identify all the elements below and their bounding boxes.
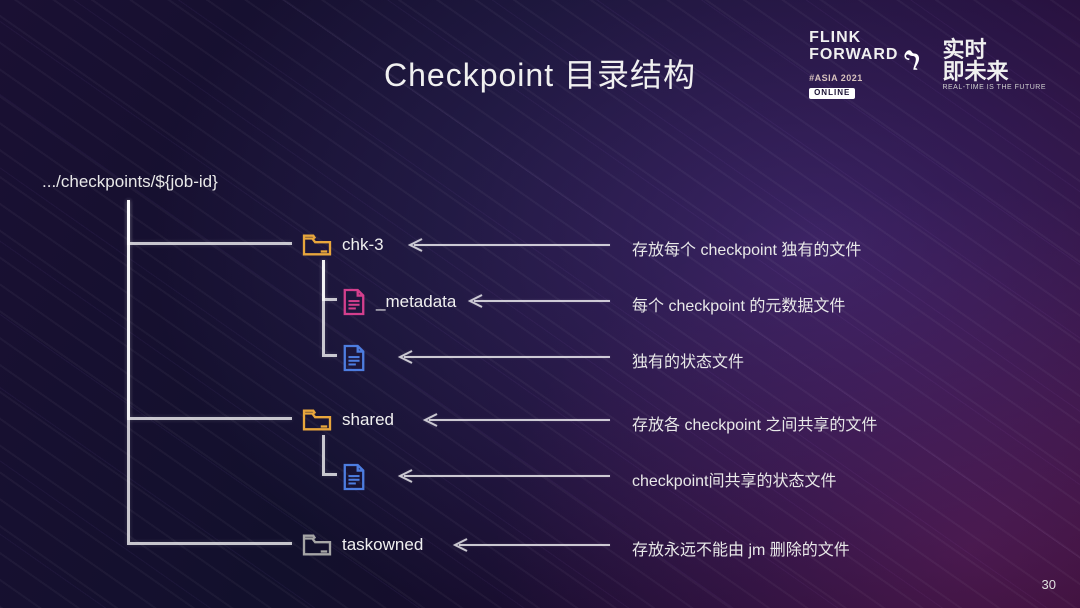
label-chk: chk-3	[342, 235, 384, 255]
desc-chk: 存放每个 checkpoint 独有的文件	[632, 236, 861, 260]
brand-line1: FLINK	[809, 30, 928, 47]
label-shared: shared	[342, 410, 394, 430]
item-metadata: _metadata	[342, 288, 456, 316]
file-icon	[342, 288, 366, 316]
desc-shared: 存放各 checkpoint 之间共享的文件	[632, 411, 877, 435]
desc-state2: checkpoint间共享的状态文件	[632, 467, 837, 491]
root-path: .../checkpoints/${job-id}	[42, 172, 218, 192]
item-state2	[342, 463, 366, 491]
tree: chk-3 _metadata shared	[42, 200, 1042, 560]
slide-title: Checkpoint 目录结构	[0, 50, 1080, 96]
branch-chk-state1	[322, 260, 337, 357]
arrow-metadata	[462, 293, 612, 309]
arrow-taskowned	[447, 537, 612, 553]
desc-metadata: 每个 checkpoint 的元数据文件	[632, 292, 845, 316]
item-chk: chk-3	[302, 232, 384, 258]
arrow-shared	[417, 412, 612, 428]
folder-icon	[302, 407, 332, 433]
branch-root-taskowned	[127, 200, 292, 545]
desc-taskowned: 存放永远不能由 jm 删除的文件	[632, 536, 850, 560]
item-shared: shared	[302, 407, 394, 433]
folder-icon	[302, 532, 332, 558]
page-number: 30	[1042, 577, 1056, 592]
folder-icon	[302, 232, 332, 258]
item-state1	[342, 344, 366, 372]
desc-state1: 独有的状态文件	[632, 348, 744, 372]
arrow-chk	[402, 237, 612, 253]
file-icon	[342, 463, 366, 491]
arrow-state1	[392, 349, 612, 365]
file-icon	[342, 344, 366, 372]
item-taskowned: taskowned	[302, 532, 423, 558]
label-metadata: _metadata	[376, 292, 456, 312]
label-taskowned: taskowned	[342, 535, 423, 555]
arrow-state2	[392, 468, 612, 484]
branch-shared-state2	[322, 435, 337, 476]
